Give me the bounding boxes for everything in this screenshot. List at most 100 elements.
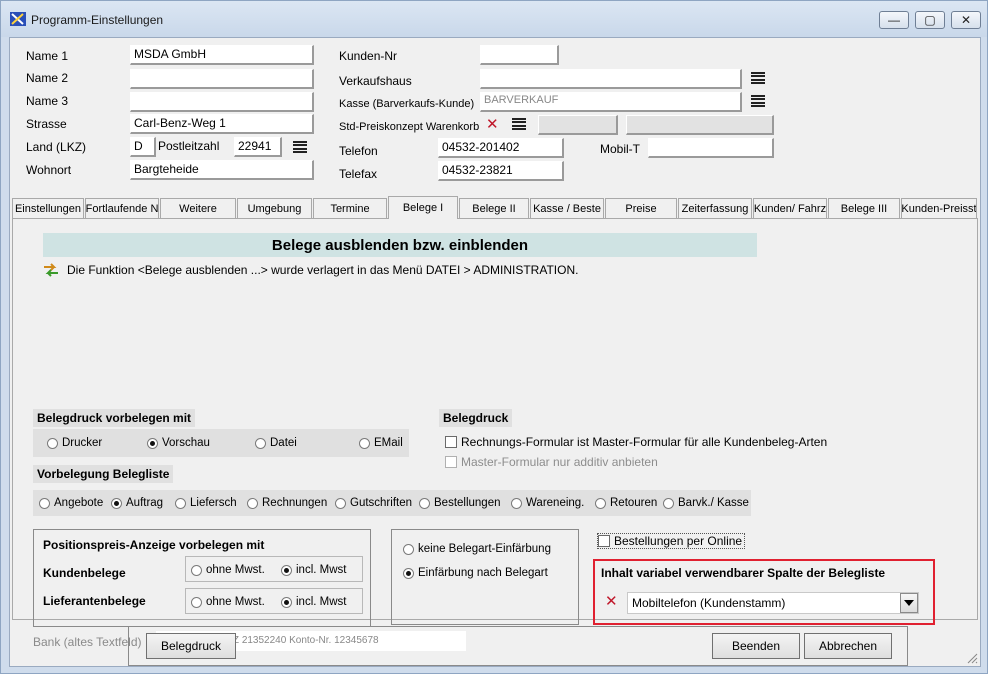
- tab-zeiterfassung[interactable]: Zeiterfassung: [678, 198, 752, 218]
- radio-rechnungen[interactable]: Rechnungen: [247, 497, 327, 509]
- tab-einstellungen[interactable]: Einstellungen: [12, 198, 84, 218]
- preiskonzept-list-icon[interactable]: [512, 118, 526, 130]
- combo-dropdown-button[interactable]: [900, 593, 918, 613]
- kasse-list-icon[interactable]: [751, 95, 765, 107]
- radio-auftrag[interactable]: Auftrag: [111, 497, 163, 509]
- land-field[interactable]: D: [130, 137, 156, 157]
- checkbox-label: Rechnungs-Formular ist Master-Formular f…: [461, 435, 828, 449]
- kunden-ohne-mwst-radio[interactable]: ohne Mwst.: [191, 564, 265, 576]
- radio-circle: [403, 543, 414, 555]
- tab-kunden-fahrzeuge[interactable]: Kunden/ Fahrz: [753, 198, 827, 218]
- radio-circle: [191, 596, 202, 608]
- radio-wareneingang[interactable]: Wareneing.: [511, 497, 584, 509]
- inhalt-combo[interactable]: Mobiltelefon (Kundenstamm): [627, 592, 919, 614]
- kasse-field[interactable]: BARVERKAUF: [480, 92, 742, 112]
- bestellungen-online-checkbox[interactable]: Bestellungen per Online: [597, 533, 746, 549]
- tab-belege-1[interactable]: Belege I: [388, 196, 458, 219]
- radio-label: Auftrag: [126, 497, 164, 509]
- telefon-field[interactable]: 04532-201402: [438, 138, 564, 158]
- tab-kasse-bestellungen[interactable]: Kasse / Beste: [530, 198, 604, 218]
- kundennr-field[interactable]: [480, 45, 559, 65]
- radio-gutschriften[interactable]: Gutschriften: [335, 497, 412, 509]
- keine-einfaerbung-radio[interactable]: keine Belegart-Einfärbung: [403, 543, 551, 555]
- preiskonzept-code-field: [538, 115, 618, 135]
- name2-label: Name 2: [26, 71, 69, 85]
- tab-weitere[interactable]: Weitere: [160, 198, 236, 218]
- belegdruck-vorbelegen-title: Belegdruck vorbelegen mit: [33, 409, 196, 427]
- radio-label: Bestellungen: [434, 497, 501, 509]
- vorbelegung-title: Vorbelegung Belegliste: [33, 465, 174, 483]
- radio-datei[interactable]: Datei: [255, 437, 297, 449]
- radio-barverkauf-kasse[interactable]: Barvk./ Kasse: [663, 497, 749, 509]
- kundennr-label: Kunden-Nr: [339, 49, 398, 63]
- plz-list-icon[interactable]: [293, 141, 307, 153]
- beenden-button[interactable]: Beenden: [712, 633, 800, 659]
- name2-field[interactable]: [130, 69, 314, 89]
- mobil-field[interactable]: [648, 138, 774, 158]
- radio-circle: [403, 567, 414, 579]
- title-bar[interactable]: Programm-Einstellungen — ▢ ✕: [1, 1, 987, 37]
- radio-lieferscheine[interactable]: Liefersch: [175, 497, 237, 509]
- abbrechen-button[interactable]: Abbrechen: [804, 633, 892, 659]
- wohnort-field[interactable]: Bargteheide: [130, 160, 314, 180]
- radio-circle: [47, 437, 58, 449]
- tab-kunden-preisstaffel[interactable]: Kunden-Preisst: [901, 198, 977, 218]
- radio-label: Datei: [270, 437, 297, 449]
- tab-belege-2[interactable]: Belege II: [459, 198, 529, 218]
- strasse-field[interactable]: Carl-Benz-Weg 1: [130, 114, 314, 134]
- tab-belege-3[interactable]: Belege III: [828, 198, 900, 218]
- name3-label: Name 3: [26, 94, 69, 108]
- radio-circle: [335, 497, 346, 509]
- radio-circle: [419, 497, 430, 509]
- radio-vorschau[interactable]: Vorschau: [147, 437, 210, 449]
- minimize-button[interactable]: —: [879, 11, 909, 29]
- close-button[interactable]: ✕: [951, 11, 981, 29]
- radio-angebote[interactable]: Angebote: [39, 497, 103, 509]
- tab-umgebung[interactable]: Umgebung: [237, 198, 312, 218]
- lieferanten-ohne-mwst-radio[interactable]: ohne Mwst.: [191, 596, 265, 608]
- tab-strip: Einstellungen Fortlaufende N Weitere Umg…: [12, 196, 980, 219]
- einfaerbung-radio[interactable]: Einfärbung nach Belegart: [403, 567, 548, 579]
- radio-drucker[interactable]: Drucker: [47, 437, 102, 449]
- mobil-label: Mobil-T: [600, 142, 641, 156]
- info-text: Die Funktion <Belege ausblenden ...> wur…: [67, 263, 579, 277]
- telefon-label: Telefon: [339, 144, 378, 158]
- kasse-label: Kasse (Barverkaufs-Kunde): [339, 98, 475, 110]
- radio-label: ohne Mwst.: [206, 596, 265, 608]
- clear-x-icon[interactable]: ✕: [605, 594, 618, 609]
- postleitzahl-field[interactable]: 22941: [234, 137, 282, 157]
- verkaufshaus-list-icon[interactable]: [751, 72, 765, 84]
- name3-field[interactable]: [130, 92, 314, 112]
- master-formular-checkbox[interactable]: Rechnungs-Formular ist Master-Formular f…: [445, 435, 827, 449]
- radio-label: keine Belegart-Einfärbung: [418, 543, 551, 555]
- radio-circle: [111, 497, 122, 509]
- checkbox-box: [598, 535, 610, 547]
- kunden-incl-mwst-radio[interactable]: incl. Mwst: [281, 564, 346, 576]
- belegdruck-title: Belegdruck: [439, 409, 513, 427]
- belegdruck-button[interactable]: Belegdruck: [146, 633, 236, 659]
- radio-circle: [359, 437, 370, 449]
- radio-label: Rechnungen: [262, 497, 328, 509]
- tab-preise[interactable]: Preise: [605, 198, 677, 218]
- lieferanten-incl-mwst-radio[interactable]: incl. Mwst: [281, 596, 346, 608]
- additiv-checkbox[interactable]: Master-Formular nur additiv anbieten: [445, 455, 658, 469]
- tab-fortlaufende-nummern[interactable]: Fortlaufende N: [85, 198, 159, 218]
- strasse-label: Strasse: [26, 117, 67, 131]
- radio-circle: [147, 437, 158, 449]
- radio-bestellungen[interactable]: Bestellungen: [419, 497, 501, 509]
- verkaufshaus-field[interactable]: [480, 69, 742, 89]
- radio-circle: [595, 497, 606, 509]
- postleitzahl-label: Postleitzahl: [158, 139, 220, 153]
- radio-email[interactable]: EMail: [359, 437, 403, 449]
- telefax-field[interactable]: 04532-23821: [438, 161, 564, 181]
- chevron-down-icon: [904, 600, 914, 606]
- name1-field[interactable]: MSDA GmbH: [130, 45, 314, 65]
- checkbox-label: Master-Formular nur additiv anbieten: [461, 455, 658, 469]
- positionspreis-title: Positionspreis-Anzeige vorbelegen mit: [43, 538, 265, 552]
- resize-grip-icon[interactable]: [966, 652, 978, 664]
- radio-retouren[interactable]: Retouren: [595, 497, 657, 509]
- radio-circle: [39, 497, 50, 509]
- clear-x-icon[interactable]: ✕: [486, 117, 499, 132]
- tab-termine[interactable]: Termine: [313, 198, 387, 218]
- maximize-button[interactable]: ▢: [915, 11, 945, 29]
